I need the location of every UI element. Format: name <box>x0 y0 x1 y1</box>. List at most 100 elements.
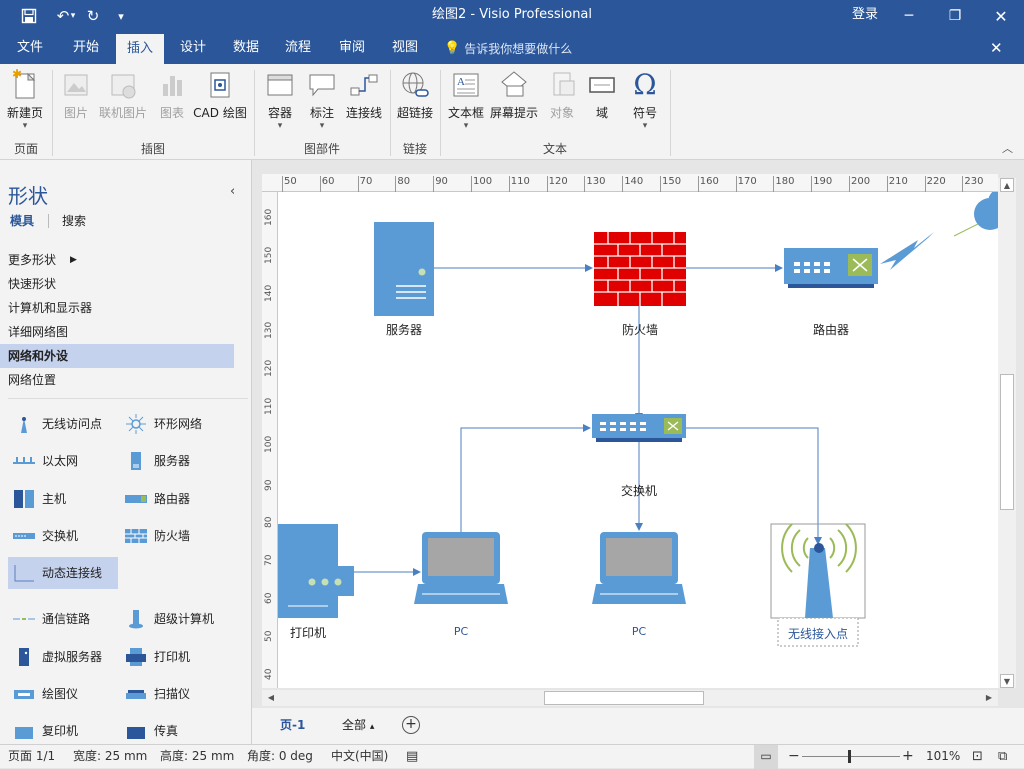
tab-search[interactable]: 搜索 <box>62 212 86 229</box>
router-shape[interactable] <box>784 248 878 288</box>
zoom-out-icon[interactable]: − <box>788 745 800 769</box>
switch-shape[interactable] <box>592 414 686 442</box>
online-picture-icon <box>111 74 136 99</box>
zoom-slider-thumb[interactable] <box>848 750 851 763</box>
group-pages-label: 页面 <box>13 142 38 156</box>
tab-stencils[interactable]: 模具 <box>10 212 34 229</box>
presentation-mode-icon[interactable]: ▭ <box>754 745 778 769</box>
shape-comm-link[interactable]: 通信链路 <box>12 606 90 632</box>
horizontal-scroll-thumb[interactable] <box>544 691 704 705</box>
shape-label: 防火墙 <box>154 529 191 543</box>
collapse-panel-icon[interactable]: ‹ <box>230 184 235 199</box>
object-button[interactable]: 对象 <box>544 68 580 121</box>
vertical-scroll-thumb[interactable] <box>1000 374 1014 510</box>
connector-button[interactable]: 连接线 <box>344 68 384 121</box>
stencil-item-selected[interactable]: 网络和外设 <box>0 344 234 368</box>
shape-scanner[interactable]: 扫描仪 <box>124 681 190 707</box>
minimize-icon[interactable]: ─ <box>886 0 932 32</box>
tell-me-box[interactable]: 💡 告诉我你想要做什么 <box>444 32 572 64</box>
scroll-left-icon[interactable]: ◀ <box>264 691 278 705</box>
more-shapes-item[interactable]: 更多形状 ▶ <box>0 248 234 272</box>
picture-button[interactable]: 图片 <box>58 68 94 121</box>
cad-drawing-button[interactable]: CAD 绘图 <box>192 68 248 121</box>
shape-label: 超级计算机 <box>154 612 215 626</box>
printer-icon <box>124 647 148 667</box>
all-pages-button[interactable]: 全部 ▴ <box>342 716 374 733</box>
screentip-icon <box>501 71 527 97</box>
hyperlink-button[interactable]: 超链接 <box>394 68 436 121</box>
shape-copier[interactable]: 复印机 <box>12 718 78 744</box>
callout-button[interactable]: 标注 ▾ <box>304 68 340 131</box>
shape-printer[interactable]: 打印机 <box>124 644 190 670</box>
shape-switch[interactable]: 交换机 <box>12 523 78 549</box>
stencil-item[interactable]: 快速形状 <box>0 272 234 296</box>
stencil-item[interactable]: 网络位置 <box>0 368 234 392</box>
screentip-button[interactable]: 屏幕提示 <box>488 68 540 121</box>
symbol-button[interactable]: Ω 符号 ▾ <box>626 68 664 131</box>
shape-firewall[interactable]: 防火墙 <box>124 523 190 549</box>
svg-text:A: A <box>457 76 465 88</box>
vertical-scrollbar[interactable]: ▲ ▼ <box>998 178 1016 688</box>
zoom-slider-track[interactable] <box>802 756 900 757</box>
new-page-button[interactable]: ✱ 新建页 ▾ <box>4 68 46 131</box>
tab-design[interactable]: 设计 <box>172 32 214 64</box>
tab-review[interactable]: 审阅 <box>332 32 372 64</box>
shape-plotter[interactable]: 绘图仪 <box>12 681 78 707</box>
stencil-item[interactable]: 计算机和显示器 <box>0 296 234 320</box>
login-link[interactable]: 登录 <box>852 0 878 32</box>
container-button[interactable]: 容器 ▾ <box>262 68 298 131</box>
shape-fax[interactable]: 传真 <box>124 718 178 744</box>
zoom-level[interactable]: 101% <box>926 745 960 769</box>
tab-data[interactable]: 数据 <box>226 32 266 64</box>
shape-label: 传真 <box>154 724 179 738</box>
shape-wireless-ap[interactable]: 无线访问点 <box>12 411 102 437</box>
status-language[interactable]: 中文(中国) <box>331 745 388 769</box>
wap-label[interactable]: 无线接入点 <box>778 625 858 642</box>
fit-page-icon[interactable]: ⊡ <box>972 745 983 769</box>
scroll-right-icon[interactable]: ▶ <box>982 691 996 705</box>
close-icon[interactable]: ✕ <box>978 0 1024 32</box>
stencil-item[interactable]: 详细网络图 <box>0 320 234 344</box>
chart-button[interactable]: 图表 <box>154 68 190 121</box>
shape-ethernet[interactable]: 以太网 <box>12 448 78 474</box>
horizontal-scrollbar[interactable]: ◀ ▶ <box>262 690 998 706</box>
tab-file[interactable]: 文件 <box>10 32 50 64</box>
shape-label: 主机 <box>42 492 67 506</box>
scroll-down-icon[interactable]: ▼ <box>1000 674 1014 688</box>
shape-ring-network[interactable]: 环形网络 <box>124 411 202 437</box>
laptop-pc1-shape[interactable] <box>414 532 508 604</box>
tab-process[interactable]: 流程 <box>278 32 318 64</box>
shape-virtual-server[interactable]: 虚拟服务器 <box>12 644 102 670</box>
scroll-up-icon[interactable]: ▲ <box>1000 178 1014 192</box>
shape-mainframe[interactable]: 主机 <box>12 486 66 512</box>
online-picture-button[interactable]: 联机图片 <box>96 68 150 121</box>
add-page-icon[interactable]: + <box>402 716 420 734</box>
page-tab-1[interactable]: 页-1 <box>280 716 305 733</box>
textbox-button[interactable]: A 文本框 ▾ <box>446 68 486 131</box>
field-button[interactable]: 域 <box>586 68 618 121</box>
switch-windows-icon[interactable]: ⧉ <box>998 745 1007 769</box>
tab-view[interactable]: 视图 <box>385 32 425 64</box>
pc2-label: PC <box>631 625 647 638</box>
printer-shape[interactable] <box>278 524 354 618</box>
new-page-dropdown-icon: ▾ <box>22 121 28 131</box>
macro-record-icon[interactable]: ▤ <box>406 745 418 769</box>
shape-server[interactable]: 服务器 <box>124 448 190 474</box>
laptop-pc2-shape[interactable] <box>592 532 686 604</box>
shape-router[interactable]: 路由器 <box>124 486 190 512</box>
status-page[interactable]: 页面 1/1 <box>8 745 55 769</box>
shape-dynamic-connector[interactable]: 动态连接线 <box>8 557 118 589</box>
zoom-in-icon[interactable]: + <box>902 745 914 769</box>
wireless-ap-icon <box>12 414 36 434</box>
drawing-canvas[interactable]: 服务器 防火墙 路由器 交换机 打印机 PC PC 无线接入点 <box>278 192 998 688</box>
tab-insert[interactable]: 插入 <box>116 34 164 64</box>
all-pages-label: 全部 <box>342 718 367 732</box>
close-ribbon-icon[interactable]: ✕ <box>990 32 1003 64</box>
router-label: 路由器 <box>812 323 849 337</box>
collapse-ribbon-icon[interactable]: ︿ <box>1002 140 1013 156</box>
server-shape[interactable] <box>374 222 434 316</box>
shape-supercomputer[interactable]: 超级计算机 <box>124 606 214 632</box>
tab-home[interactable]: 开始 <box>64 32 108 64</box>
firewall-shape[interactable] <box>594 232 686 306</box>
restore-icon[interactable]: ❐ <box>932 0 978 32</box>
